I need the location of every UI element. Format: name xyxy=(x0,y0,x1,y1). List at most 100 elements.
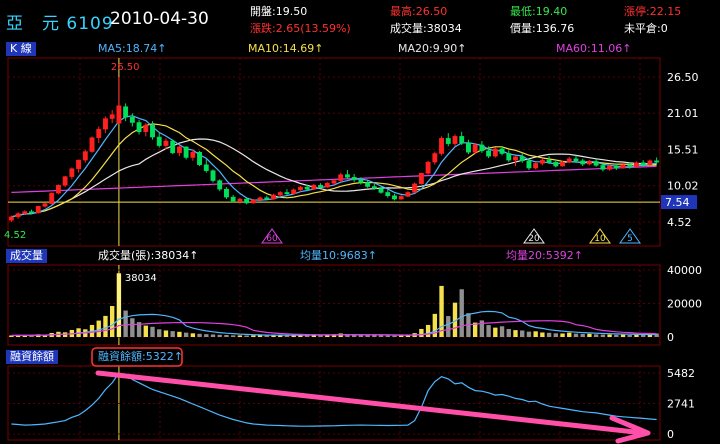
kline-low-label: 4.52 xyxy=(4,230,26,241)
candle-body xyxy=(472,144,478,153)
candle-body xyxy=(76,159,82,169)
candle-body xyxy=(318,184,323,188)
candle-body xyxy=(217,180,223,190)
volume-bar xyxy=(580,333,585,337)
candle-body xyxy=(123,106,129,118)
volume-bar xyxy=(607,334,612,337)
candle-body xyxy=(49,192,55,204)
candle-body xyxy=(170,140,176,154)
candle-body xyxy=(129,116,135,123)
volume-bar xyxy=(446,316,451,337)
volume-bar xyxy=(157,329,162,337)
volume-bar xyxy=(533,331,538,337)
volume-bar xyxy=(573,333,579,337)
volume-bar xyxy=(143,325,148,337)
candle-body xyxy=(634,162,639,167)
candle-body xyxy=(452,136,458,144)
candle-body xyxy=(526,160,532,169)
candle-body xyxy=(224,188,229,198)
candle-body xyxy=(351,177,357,181)
volume-bar xyxy=(150,326,155,337)
margin-y-tick-label: 0 xyxy=(667,428,674,441)
candle-body xyxy=(230,196,236,202)
ma20-line xyxy=(11,138,657,218)
volume-bar xyxy=(103,315,108,337)
volume-peak-label: 38034 xyxy=(125,273,157,284)
volume-bar xyxy=(641,334,646,337)
candle-body xyxy=(109,114,115,119)
volume-bar xyxy=(627,334,632,337)
volume-bar xyxy=(553,333,558,337)
volume-bar xyxy=(197,333,202,337)
volume-bar xyxy=(620,334,626,337)
candle-body xyxy=(620,164,626,169)
candle-body xyxy=(136,122,142,133)
candle-body xyxy=(62,176,68,186)
candle-body xyxy=(405,192,411,197)
candle-body xyxy=(345,174,350,178)
volume-bar xyxy=(459,289,464,337)
candle-body xyxy=(378,188,384,193)
candle-body xyxy=(593,161,599,166)
candle-body xyxy=(156,136,162,146)
candle-body xyxy=(607,165,613,170)
candle-body xyxy=(55,184,61,194)
candle-body xyxy=(103,118,108,130)
candle-body xyxy=(42,203,48,207)
candle-body xyxy=(116,105,122,124)
stock-chart[interactable]: 26.50 21.01 15.51 10.02 4.52 7.54 26.50 4.52 60 2… xyxy=(0,0,720,444)
candle-body xyxy=(425,161,431,174)
candle-body xyxy=(331,180,337,184)
candle-body xyxy=(338,174,344,181)
candle-body xyxy=(499,148,505,154)
volume-bar xyxy=(251,335,256,337)
candle-body xyxy=(197,151,203,165)
candle-body xyxy=(553,161,559,167)
candle-body xyxy=(432,153,438,163)
volume-bar xyxy=(204,334,209,337)
kline-peak-label: 26.50 xyxy=(111,62,140,73)
volume-bar xyxy=(96,320,101,337)
volume-bar xyxy=(567,332,572,337)
candle-body xyxy=(439,138,444,154)
kline-y-tick-label: 15.51 xyxy=(667,144,699,157)
candle-body xyxy=(324,182,330,188)
volume-bar xyxy=(392,335,397,337)
kline-y-tick-label: 10.02 xyxy=(667,180,699,193)
candle-body xyxy=(546,159,552,163)
candle-body xyxy=(82,151,88,161)
volume-bar xyxy=(123,310,128,337)
candle-body xyxy=(566,158,572,163)
ma-marker-label: 5 xyxy=(627,234,633,244)
candle-body xyxy=(613,165,619,169)
candle-body xyxy=(385,192,391,196)
candle-body xyxy=(176,146,182,154)
kline-y-tick-label: 4.52 xyxy=(667,216,692,229)
candle-body xyxy=(22,211,28,214)
volume-bar xyxy=(425,324,431,337)
volume-bar xyxy=(217,334,222,337)
candle-body xyxy=(513,156,518,161)
candle-body xyxy=(35,206,41,214)
margin-legend-highlight xyxy=(91,347,183,367)
candle-body xyxy=(210,170,216,181)
candle-body xyxy=(479,144,485,152)
candle-body xyxy=(237,198,243,202)
ma-marker-label: 60 xyxy=(266,234,278,244)
candle-body xyxy=(277,192,283,196)
candle-body xyxy=(163,140,169,146)
volume-bar xyxy=(600,334,606,337)
candle-body xyxy=(284,192,290,195)
candle-body xyxy=(580,160,586,165)
kline-y-tick-label: 21.01 xyxy=(667,107,699,120)
candle-body xyxy=(358,179,364,183)
ma-marker-label: 10 xyxy=(594,234,606,244)
volume-bar xyxy=(110,306,115,337)
reference-price-label: 7.54 xyxy=(665,196,690,209)
candle-body xyxy=(412,183,418,193)
volume-bar xyxy=(486,325,491,337)
volume-bar xyxy=(385,335,390,337)
volume-bar xyxy=(372,335,377,337)
volume-bar xyxy=(116,273,122,337)
candle-body xyxy=(271,194,276,200)
